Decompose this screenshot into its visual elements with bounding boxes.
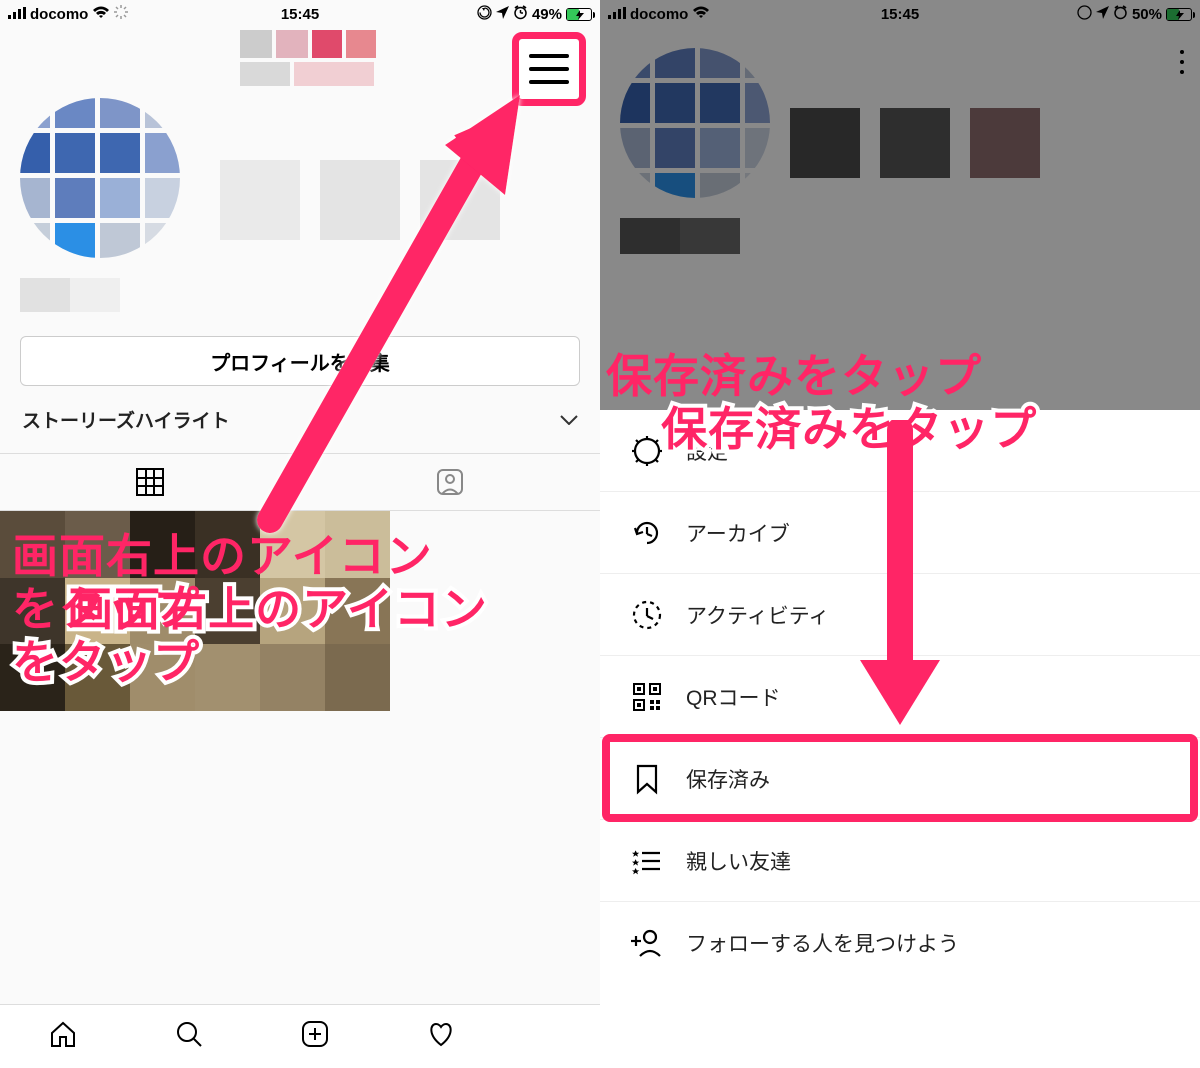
menu-label: フォローする人を見つけよう xyxy=(686,928,959,958)
qr-icon xyxy=(630,680,664,714)
activity-icon xyxy=(630,598,664,632)
edit-profile-button[interactable]: プロフィールを編集 xyxy=(20,336,580,386)
menu-item-archive[interactable]: アーカイブ xyxy=(600,492,1200,574)
profile-avatar[interactable] xyxy=(20,98,180,258)
username-redacted xyxy=(240,30,376,86)
profile-header xyxy=(0,28,600,88)
right-screenshot: docomo 15:45 50% xyxy=(600,0,1200,1068)
stats-redacted xyxy=(220,160,500,240)
rotation-lock-icon xyxy=(477,5,492,24)
gear-icon xyxy=(630,434,664,468)
story-highlights-row[interactable]: ストーリーズハイライト xyxy=(0,386,600,453)
loading-icon xyxy=(114,5,128,23)
archive-icon xyxy=(630,516,664,550)
search-icon[interactable] xyxy=(174,1019,204,1054)
menu-label: アーカイブ xyxy=(686,518,790,548)
status-bar: docomo 15:45 49% xyxy=(0,0,600,28)
carrier-label: docomo xyxy=(30,6,88,23)
alarm-icon xyxy=(513,5,528,24)
menu-label: QRコード xyxy=(686,682,781,712)
menu-item-qr[interactable]: QRコード xyxy=(600,656,1200,738)
highlights-label: ストーリーズハイライト xyxy=(22,406,230,433)
signal-icon xyxy=(8,6,26,23)
home-icon[interactable] xyxy=(48,1019,78,1054)
menu-item-settings[interactable]: 設定 xyxy=(600,410,1200,492)
post-thumbnail[interactable] xyxy=(0,511,390,711)
saved-highlight-box xyxy=(602,734,1198,822)
battery-icon xyxy=(566,8,592,21)
grid-tab[interactable] xyxy=(0,454,300,510)
overflow-dots-icon[interactable] xyxy=(1180,50,1184,74)
activity-icon[interactable] xyxy=(426,1019,456,1054)
wifi-icon xyxy=(92,6,110,23)
clock: 15:45 xyxy=(281,6,319,23)
modal-dim-overlay[interactable] xyxy=(600,0,1200,410)
bottom-nav xyxy=(0,1004,600,1068)
menu-item-activity[interactable]: アクティビティ xyxy=(600,574,1200,656)
profile-tabs xyxy=(0,453,600,511)
left-screenshot: docomo 15:45 49% xyxy=(0,0,600,1068)
tagged-tab[interactable] xyxy=(300,454,600,510)
menu-label: アクティビティ xyxy=(686,600,829,630)
chevron-down-icon xyxy=(560,409,578,431)
menu-item-close-friends[interactable]: 親しい友達 xyxy=(600,820,1200,902)
profile-section xyxy=(0,88,600,312)
close-friends-icon xyxy=(630,844,664,878)
new-post-icon[interactable] xyxy=(300,1019,330,1054)
menu-label: 設定 xyxy=(686,436,728,466)
discover-people-icon xyxy=(630,926,664,960)
menu-item-discover[interactable]: フォローする人を見つけよう xyxy=(600,902,1200,984)
menu-button[interactable] xyxy=(512,32,586,106)
location-icon xyxy=(496,6,509,23)
menu-label: 親しい友達 xyxy=(686,846,791,876)
display-name-redacted xyxy=(20,278,580,312)
battery-percent: 49% xyxy=(532,6,562,23)
edit-profile-label: プロフィールを編集 xyxy=(210,347,390,376)
